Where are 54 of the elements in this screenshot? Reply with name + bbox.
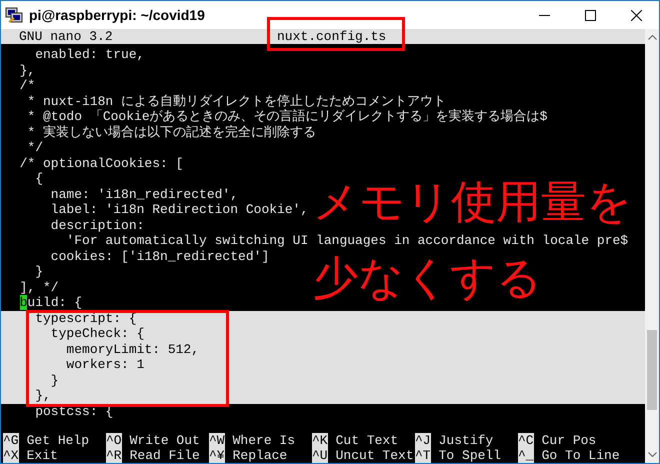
code-line: },: [18, 62, 36, 78]
code-line: enabled: true,: [34, 47, 146, 62]
annotation-caption: 少なくする: [313, 251, 542, 305]
scroll-up-icon[interactable]: [648, 35, 656, 40]
window-title: pi@raspberrypi: ~/covid19: [29, 6, 205, 25]
shortcut-key: ^W: [209, 433, 225, 448]
file-name: nuxt.config.ts: [277, 29, 386, 44]
code-line: ], */: [18, 280, 60, 295]
terminal-app-icon: [5, 6, 23, 24]
shortcut-key: ^U: [312, 448, 328, 463]
code-line: * 実装しない場合は以下の記述を完全に削除する: [26, 124, 318, 140]
code-line: * nuxt-i18n による自動リダイレクトを停止したためコメントアウト: [26, 94, 448, 109]
scrollbar-thumb[interactable]: [647, 330, 657, 410]
shortcut-key: ^¥: [209, 448, 225, 463]
shortcut-key: ^C: [518, 433, 534, 448]
editor-name: GNU nano 3.2: [18, 29, 114, 44]
shortcut-label: Cur Pos: [542, 433, 596, 448]
code-line: /*: [18, 78, 36, 94]
code-line: * @todo 「Cookieがあるときのみ、その言語にリダイレクトする」を実装する場合は$: [26, 109, 548, 124]
code-line: 'For automatically switching UI languages in accordance with locale pre$: [65, 233, 630, 248]
scrollbar[interactable]: [645, 29, 659, 463]
shortcut-key: ^R: [106, 448, 122, 463]
shortcut-label: Uncut Text: [336, 448, 414, 463]
shortcut-key: ^T: [415, 448, 431, 463]
code-line: description:: [50, 218, 146, 233]
shortcut-key: ^G: [3, 433, 19, 448]
code-line: cookies: ['i18n_redirected']: [50, 248, 270, 264]
shortcut-key: ^X: [3, 448, 19, 463]
code-line: {: [34, 171, 44, 186]
shortcut-label: Get Help: [26, 433, 90, 448]
code-line: }: [34, 264, 44, 280]
shortcut-label: Replace: [232, 448, 288, 463]
shortcut-label: To Spell: [438, 448, 502, 463]
shortcut-key: ^J: [415, 433, 431, 448]
code-line: */: [26, 140, 44, 156]
code-line: build: {: [18, 295, 84, 310]
shortcut-label: Justify: [438, 433, 494, 448]
shortcut-label: Go To Line: [542, 448, 620, 463]
minimize-icon: [538, 14, 550, 16]
annotation-caption: メモリ使用量を: [313, 175, 632, 229]
maximize-icon: [584, 10, 596, 20]
code-line: label: 'i18n Redirection Cookie',: [50, 202, 310, 218]
shortcut-label: Cut Text: [336, 433, 398, 448]
code-line: /* optionalCookies: [: [18, 156, 184, 171]
shortcut-label: Where Is: [232, 433, 296, 448]
shortcut-key: ^_: [518, 448, 534, 463]
shortcut-label: Write Out: [130, 433, 200, 448]
shortcut-key: ^O: [106, 433, 122, 448]
shortcut-label: Exit: [26, 448, 58, 463]
shortcut-label: Read File: [130, 448, 200, 463]
close-icon: [630, 10, 642, 20]
scroll-down-icon[interactable]: [648, 452, 656, 457]
code-line: name: 'i18n_redirected',: [50, 186, 240, 202]
shortcut-key: ^K: [312, 433, 328, 448]
